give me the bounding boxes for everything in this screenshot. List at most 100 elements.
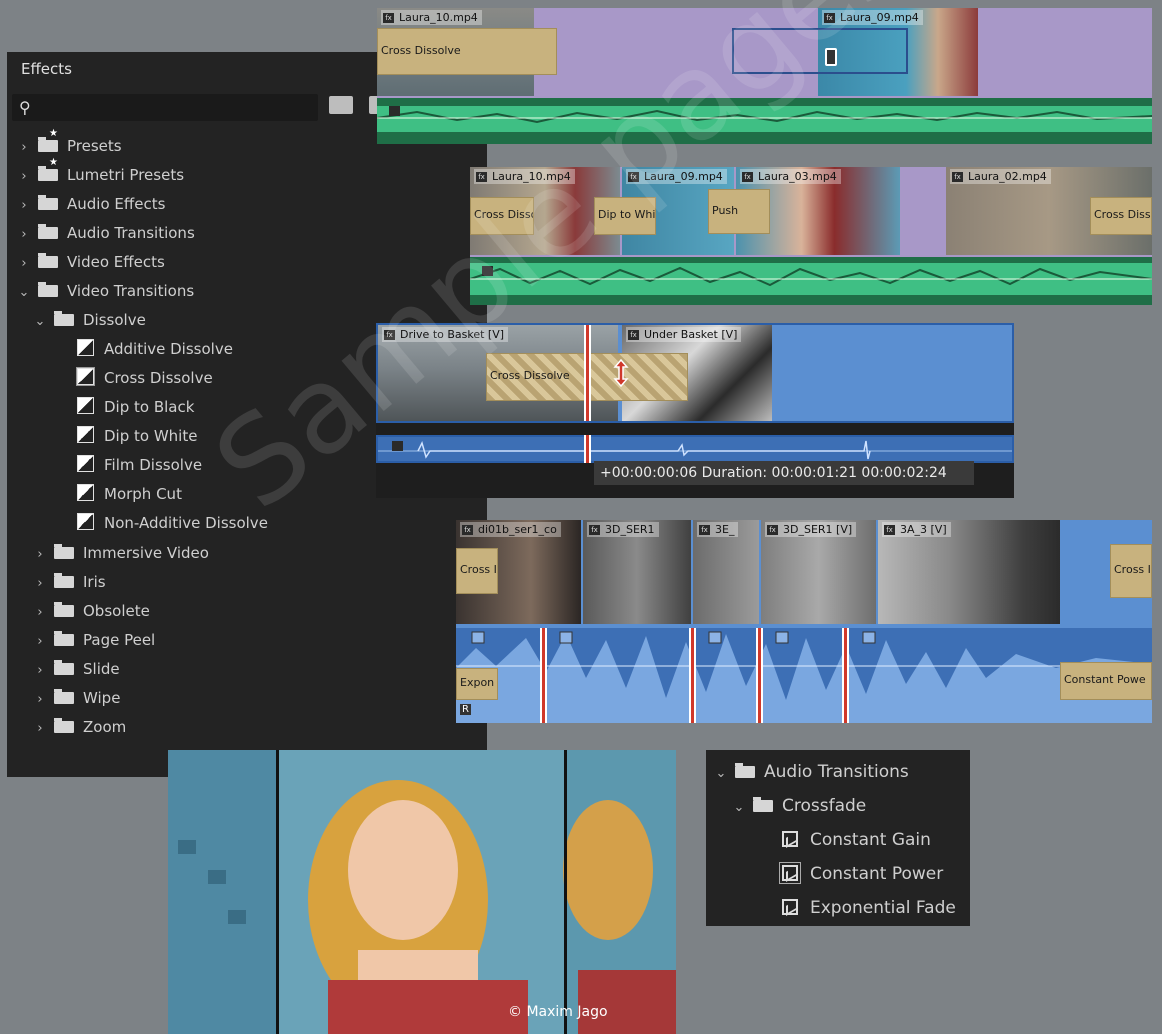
panel-title: Effects	[21, 60, 72, 78]
fx-icon: fx	[699, 525, 710, 535]
folder-icon	[753, 797, 773, 812]
chevron-down-icon[interactable]: ⌄	[732, 791, 746, 824]
tree-item-presets[interactable]: ›Presets	[17, 129, 121, 162]
chevron-right-icon[interactable]: ›	[33, 657, 47, 685]
tree-item-video-transitions[interactable]: ⌄ Video Transitions	[17, 277, 194, 305]
folder-icon	[38, 195, 58, 210]
tree-item-dip-to-black[interactable]: Dip to Black	[77, 393, 194, 421]
audio-transition-icon	[779, 862, 801, 884]
clip-3e[interactable]: fx 3E_	[693, 520, 759, 624]
tree-item-lumetri-presets[interactable]: ›Lumetri Presets	[17, 158, 184, 191]
folder-icon	[38, 224, 58, 239]
edit-point-marker[interactable]	[756, 628, 763, 723]
chevron-right-icon[interactable]: ›	[33, 541, 47, 569]
fx-icon: fx	[884, 525, 895, 535]
chevron-right-icon[interactable]: ›	[17, 163, 31, 191]
chevron-right-icon[interactable]: ›	[33, 599, 47, 627]
transition-dip-to-white[interactable]: Dip to Whit	[594, 197, 656, 235]
chevron-right-icon[interactable]: ›	[17, 221, 31, 249]
folder-icon	[38, 282, 58, 297]
audio-waveform	[470, 263, 1152, 295]
transition-cross-dissolve[interactable]: Cross Dissolve	[377, 28, 557, 75]
trim-tooltip: +00:00:00:06 Duration: 00:00:01:21 00:00…	[594, 461, 974, 485]
transition-cross-dissolve[interactable]: Cross I	[456, 548, 498, 594]
tree-item-crossfade[interactable]: ⌄ Crossfade	[732, 790, 867, 824]
chevron-down-icon[interactable]: ⌄	[33, 308, 47, 336]
audio-track	[456, 628, 1152, 723]
tree-item-morph-cut[interactable]: Morph Cut	[77, 480, 182, 508]
audio-waveform	[378, 440, 1012, 460]
clip-3d-ser1-v[interactable]: fx 3D_SER1 [V]	[761, 520, 876, 624]
search-box[interactable]: ⚲	[12, 94, 318, 121]
edit-point-marker[interactable]	[584, 325, 591, 421]
fx-icon: fx	[589, 525, 600, 535]
tree-item-immersive-video[interactable]: › Immersive Video	[33, 539, 209, 567]
transition-icon	[77, 397, 94, 414]
tree-item-zoom[interactable]: › Zoom	[33, 713, 126, 741]
transition-drop-target[interactable]	[732, 28, 908, 74]
preset-folder-icon	[38, 129, 58, 152]
folder-icon	[54, 602, 74, 617]
tree-item-audio-effects[interactable]: › Audio Effects	[17, 190, 165, 218]
tree-item-constant-power[interactable]: Constant Power	[779, 858, 943, 891]
transition-icon	[77, 513, 94, 530]
tree-item-cross-dissolve[interactable]: Cross Dissolve	[76, 364, 213, 392]
tree-item-iris[interactable]: › Iris	[33, 568, 106, 596]
edit-point-marker[interactable]	[689, 628, 696, 723]
tree-item-exponential-fade[interactable]: Exponential Fade	[782, 892, 956, 925]
folder-icon	[54, 689, 74, 704]
audio-track	[376, 435, 1014, 463]
tree-item-video-effects[interactable]: › Video Effects	[17, 248, 165, 276]
chevron-right-icon[interactable]: ›	[33, 715, 47, 743]
audio-waveform	[377, 106, 1152, 132]
chevron-right-icon[interactable]: ›	[17, 134, 31, 162]
chevron-right-icon[interactable]: ›	[17, 250, 31, 278]
accelerated-effects-icon[interactable]	[329, 96, 353, 114]
fx-icon: fx	[628, 172, 639, 182]
fx-icon: fx	[824, 13, 835, 23]
fx-icon: fx	[384, 330, 395, 340]
tree-item-audio-transitions[interactable]: › Audio Transitions	[17, 219, 195, 247]
tree-item-additive-dissolve[interactable]: Additive Dissolve	[77, 335, 233, 363]
tree-item-wipe[interactable]: › Wipe	[33, 684, 120, 712]
clip-3d-ser1[interactable]: fx 3D_SER1	[583, 520, 691, 624]
photo-illustration	[168, 750, 676, 1034]
audio-track	[470, 257, 1152, 305]
chevron-right-icon[interactable]: ›	[33, 686, 47, 714]
transition-cross-dissolve-2[interactable]: Cross Disso	[1090, 197, 1152, 235]
transition-icon	[77, 484, 94, 501]
tree-item-dissolve[interactable]: ⌄ Dissolve	[33, 306, 146, 334]
timeline-4: fx di01b_ser1_co fx 3D_SER1 fx 3E_ fx 3D_SER…	[456, 520, 1152, 723]
tree-item-film-dissolve[interactable]: Film Dissolve	[77, 451, 202, 479]
tree-item-constant-gain[interactable]: Constant Gain	[782, 824, 931, 857]
chevron-right-icon[interactable]: ›	[17, 192, 31, 220]
tree-item-non-additive-dissolve[interactable]: Non-Additive Dissolve	[77, 509, 268, 537]
tree-item-obsolete[interactable]: › Obsolete	[33, 597, 150, 625]
chevron-right-icon[interactable]: ›	[33, 570, 47, 598]
folder-icon	[54, 718, 74, 733]
audio-transition-constant-power[interactable]: Constant Powe	[1060, 662, 1152, 700]
transition-cross-dissolve-2[interactable]: Cross I	[1110, 544, 1152, 598]
folder-icon	[54, 660, 74, 675]
chevron-down-icon[interactable]: ⌄	[17, 279, 31, 307]
tree-item-page-peel[interactable]: › Page Peel	[33, 626, 155, 654]
tree-item-dip-to-white[interactable]: Dip to White	[77, 422, 197, 450]
photo-credit: © Maxim Jago	[508, 1004, 608, 1020]
audio-transition-icon	[782, 831, 798, 847]
clip-3a-3[interactable]: fx 3A_3 [V]	[878, 520, 1060, 624]
tree-item-slide[interactable]: › Slide	[33, 655, 120, 683]
transition-cross-dissolve[interactable]: Cross Dissol	[470, 197, 534, 235]
transition-push[interactable]: Push	[708, 189, 770, 234]
chevron-right-icon[interactable]: ›	[33, 628, 47, 656]
fx-icon: fx	[952, 172, 963, 182]
timeline-3: fx Drive to Basket [V] fx Under Basket [V]…	[376, 323, 1014, 498]
search-input[interactable]	[40, 97, 314, 119]
tree-item-audio-transitions[interactable]: ⌄ Audio Transitions	[714, 756, 909, 789]
edit-point-marker[interactable]	[842, 628, 849, 723]
edit-point-marker[interactable]	[540, 628, 547, 723]
audio-transition-exponential[interactable]: Expon	[456, 668, 498, 700]
folder-icon	[54, 544, 74, 559]
r-label: R	[460, 704, 471, 715]
chevron-down-icon[interactable]: ⌄	[714, 757, 728, 790]
fx-icon: fx	[742, 172, 753, 182]
